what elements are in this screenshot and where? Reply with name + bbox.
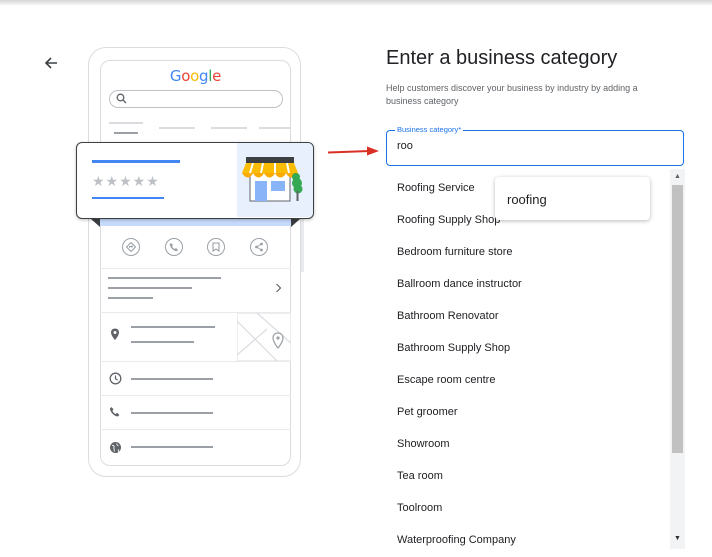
back-button[interactable] (40, 52, 62, 74)
option-tea-room[interactable]: Tea room (397, 470, 443, 482)
google-logo: Google (101, 67, 290, 85)
placeholder-line (131, 446, 213, 448)
address-row (100, 313, 291, 362)
option-bathroom-supply-shop[interactable]: Bathroom Supply Shop (397, 342, 510, 354)
option-roofing-service[interactable]: Roofing Service (397, 182, 475, 194)
placeholder-line (131, 412, 213, 414)
suggestion-text: roofing (507, 192, 547, 207)
category-dropdown[interactable]: Roofing Service Roofing Supply Shop Bedr… (386, 169, 685, 549)
logo-letter: o (190, 67, 200, 85)
bookmark-icon (207, 238, 225, 256)
chevron-right-icon (276, 283, 282, 293)
option-bathroom-renovator[interactable]: Bathroom Renovator (397, 310, 499, 322)
website-row (100, 430, 291, 463)
map-thumbnail (237, 313, 291, 361)
business-card-illustration: ★★★★★ (76, 142, 314, 219)
storefront-icon (242, 157, 303, 202)
placeholder-line (131, 378, 213, 380)
tab-line (259, 127, 290, 129)
option-waterproofing-company[interactable]: Waterproofing Company (397, 534, 516, 546)
option-ballroom-dance-instructor[interactable]: Ballroom dance instructor (397, 278, 522, 290)
card-fold-left (91, 219, 100, 227)
illustration-search-bar (109, 90, 283, 108)
red-pointer-arrow-icon (327, 146, 379, 156)
logo-letter: G (169, 67, 182, 85)
option-toolroom[interactable]: Toolroom (397, 502, 442, 514)
clock-icon (107, 370, 123, 386)
placeholder-line (131, 326, 215, 328)
tab-line (159, 127, 195, 129)
placeholder-line (108, 287, 192, 289)
card-fold-right (291, 219, 300, 227)
placeholder-line (131, 341, 194, 343)
business-category-label: Business category* (395, 125, 464, 135)
storefront-illustration (237, 143, 313, 217)
scroll-up-arrow-icon[interactable]: ▲ (670, 169, 685, 183)
logo-letter: o (181, 67, 191, 85)
placeholder-line (108, 277, 221, 279)
option-roofing-supply-shop[interactable]: Roofing Supply Shop (397, 214, 500, 226)
dropdown-scrollbar[interactable]: ▲ ▼ (670, 169, 685, 549)
globe-icon (107, 439, 123, 455)
hours-row (100, 362, 291, 396)
rating-stars: ★★★★★ (92, 173, 160, 189)
top-divider (0, 0, 712, 6)
option-pet-groomer[interactable]: Pet groomer (397, 406, 458, 418)
info-row (100, 268, 291, 313)
phone-row (100, 396, 291, 430)
tab-line (109, 122, 143, 124)
logo-letter: g (199, 67, 209, 85)
autocomplete-suggestion[interactable]: roofing (495, 177, 650, 220)
business-category-field[interactable]: Business category* (386, 125, 684, 166)
business-category-input[interactable] (397, 140, 667, 152)
phone-icon (107, 404, 123, 420)
option-escape-room-centre[interactable]: Escape room centre (397, 374, 495, 386)
card-title-line (92, 160, 180, 163)
phone-call-icon (165, 238, 183, 256)
arrow-left-icon (44, 57, 57, 69)
search-icon (116, 93, 127, 104)
option-showroom[interactable]: Showroom (397, 438, 450, 450)
directions-icon (122, 238, 140, 256)
location-pin-icon (107, 326, 123, 342)
page-title: Enter a business category (386, 47, 618, 69)
option-bedroom-furniture-store[interactable]: Bedroom furniture store (397, 246, 513, 258)
card-shadow-band (100, 218, 291, 226)
scrollbar-thumb[interactable] (672, 185, 683, 453)
placeholder-line (108, 297, 153, 299)
tab-line-active (114, 132, 138, 134)
page-description: Help customers discover your business by… (386, 83, 638, 106)
share-icon (250, 238, 268, 256)
tab-line (211, 127, 247, 129)
scroll-down-arrow-icon[interactable]: ▼ (670, 531, 685, 545)
logo-letter: e (212, 67, 222, 85)
action-row (100, 226, 291, 269)
card-link-line (92, 197, 164, 199)
